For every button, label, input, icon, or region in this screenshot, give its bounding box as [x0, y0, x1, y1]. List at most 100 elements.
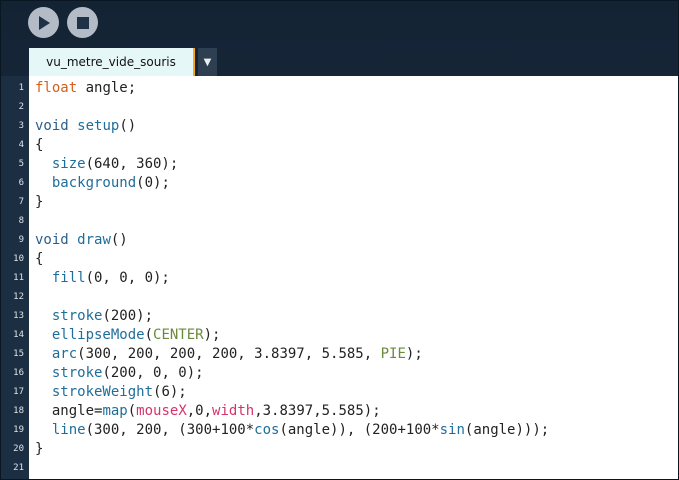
line-number: 2 — [18, 102, 24, 112]
code-token: stroke — [51, 308, 103, 324]
code-token: void — [35, 232, 69, 248]
code-line: arc(300, 200, 200, 200, 3.8397, 5.585, P… — [35, 345, 423, 364]
code-token: line — [51, 422, 86, 438]
code-line: { — [35, 136, 43, 155]
code-token: () — [119, 118, 137, 134]
tab-sketch[interactable]: vu_metre_vide_souris — [29, 48, 195, 76]
code-token: ( — [144, 327, 154, 343]
code-token: () — [110, 232, 128, 248]
code-token: (6); — [153, 384, 187, 400]
processing-window: vu_metre_vide_souris ▼ 1 2 3 4 5 6 7 8 9 10 11 12 13… — [0, 0, 679, 480]
code-line: stroke(200, 0, 0); — [35, 364, 204, 383]
code-line: background(0); — [35, 174, 170, 193]
play-icon — [38, 15, 50, 30]
code-line: ellipseMode(CENTER); — [35, 326, 221, 345]
tab-label: vu_metre_vide_souris — [46, 55, 176, 69]
code-token: PIE — [380, 346, 406, 362]
tab-menu-button[interactable]: ▼ — [198, 48, 217, 76]
line-number: 6 — [18, 178, 24, 188]
code-line: } — [35, 193, 43, 212]
code-token: float — [35, 80, 78, 96]
code-line: strokeWeight(6); — [35, 383, 187, 402]
code-token: size — [51, 156, 86, 172]
code-token: } — [35, 441, 44, 457]
line-number-gutter: 1 2 3 4 5 6 7 8 9 10 11 12 13 14 15 16 17 18 19 20 21 — [1, 76, 29, 479]
code-line: void setup() — [35, 117, 136, 136]
code-token: (300, 200, 200, 200, 3.8397, 5.585, — [77, 346, 381, 362]
line-number: 1 — [18, 83, 24, 93]
code-token: } — [35, 194, 44, 210]
code-token: ,3.8397,5.585); — [254, 403, 381, 419]
line-number: 12 — [13, 292, 24, 302]
code-token: (200, 0, 0); — [102, 365, 204, 381]
code-editor[interactable]: float angle; void setup(){ size(640, 360)… — [29, 76, 678, 479]
code-token: angle= — [35, 403, 103, 419]
code-line: { — [35, 250, 43, 269]
line-number: 5 — [18, 159, 24, 169]
code-token: { — [35, 251, 44, 267]
code-token: ,0, — [186, 403, 213, 419]
code-token: arc — [51, 346, 78, 362]
code-token: void — [35, 118, 69, 134]
code-line: void draw() — [35, 231, 128, 250]
code-line: line(300, 200, (300+100*cos(angle)), (20… — [35, 421, 549, 440]
code-line: } — [35, 440, 43, 459]
line-number: 18 — [13, 406, 24, 416]
line-number: 7 — [18, 197, 24, 207]
code-token: (300, 200, (300+100* — [85, 422, 255, 438]
line-number: 21 — [13, 463, 24, 473]
line-number: 3 — [18, 121, 24, 131]
line-number: 10 — [13, 254, 24, 264]
line-number: 13 — [13, 311, 24, 321]
code-token: (angle))); — [464, 422, 550, 438]
code-token: angle; — [77, 80, 137, 96]
code-token: ( — [127, 403, 137, 419]
code-token: (0, 0, 0); — [85, 270, 170, 286]
code-token: mouseX — [136, 403, 187, 419]
line-number: 19 — [13, 425, 24, 435]
code-line: fill(0, 0, 0); — [35, 269, 170, 288]
code-token: sin — [439, 422, 465, 438]
code-token: fill — [51, 270, 86, 286]
line-number: 17 — [13, 387, 24, 397]
code-line: angle=map(mouseX,0,width,3.8397,5.585); — [35, 402, 381, 421]
stop-button[interactable] — [67, 7, 98, 38]
code-token: draw — [77, 232, 111, 248]
line-number: 14 — [13, 330, 24, 340]
stop-icon — [76, 16, 89, 29]
code-token: { — [35, 137, 44, 153]
chevron-down-icon: ▼ — [203, 56, 212, 68]
run-button[interactable] — [28, 7, 59, 38]
code-token: ellipseMode — [51, 327, 145, 343]
line-number: 4 — [18, 140, 24, 150]
line-number: 16 — [13, 368, 24, 378]
code-token: setup — [77, 118, 120, 134]
code-token: (200); — [102, 308, 154, 324]
code-line: float angle; — [35, 79, 136, 98]
code-line: stroke(200); — [35, 307, 153, 326]
code-token: ); — [203, 327, 221, 343]
code-token: ); — [405, 346, 423, 362]
code-token: width — [212, 403, 255, 419]
code-token: (0); — [136, 175, 170, 191]
code-token: strokeWeight — [51, 384, 154, 400]
code-token: map — [102, 403, 128, 419]
toolbar — [1, 1, 678, 45]
code-token: (angle)), (200+100* — [279, 422, 440, 438]
code-line: size(640, 360); — [35, 155, 178, 174]
code-token: (640, 360); — [85, 156, 179, 172]
line-number: 11 — [13, 273, 24, 283]
line-number: 8 — [18, 216, 24, 226]
line-number: 9 — [18, 235, 24, 245]
